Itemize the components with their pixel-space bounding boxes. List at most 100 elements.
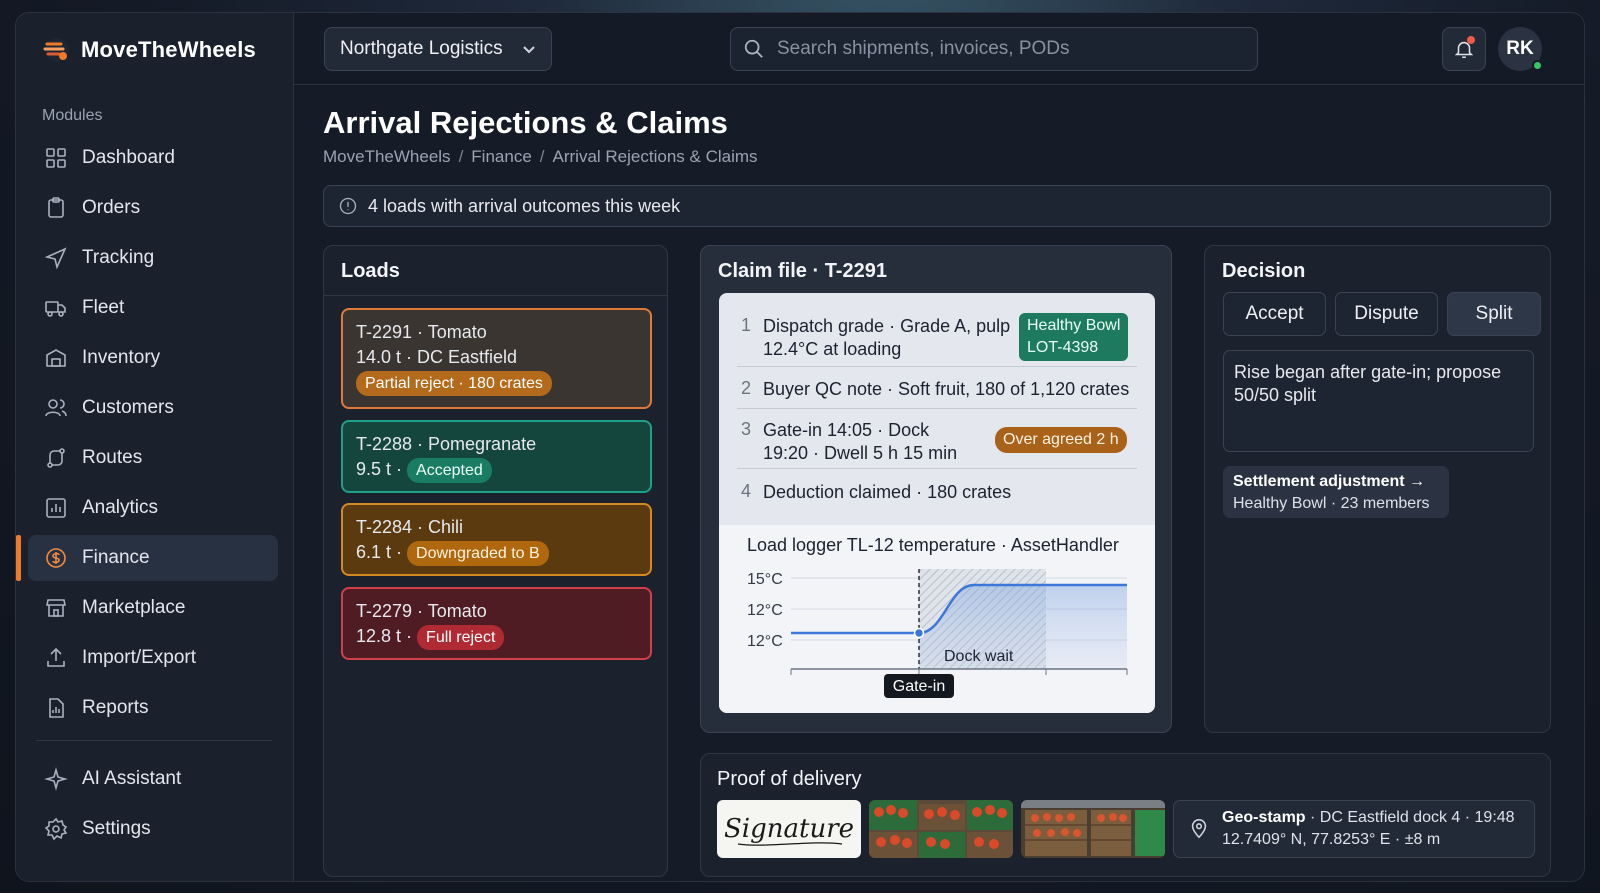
sidebar-item-label: Dashboard <box>82 147 175 168</box>
avatar-initials: RK <box>1506 38 1534 59</box>
truck-icon <box>45 301 66 317</box>
accept-button[interactable]: Accept <box>1223 292 1326 336</box>
delivery-photo-stack <box>1021 800 1165 858</box>
breadcrumb-item[interactable]: Finance <box>471 147 531 167</box>
delivery-photo-crates <box>869 800 1013 858</box>
over-agreed-badge: Over agreed 2 h <box>995 427 1127 453</box>
sidebar-item-tracking[interactable]: Tracking <box>28 235 278 281</box>
settlement-adjustment-title: Settlement adjustment → <box>1233 473 1426 490</box>
gate-in-point <box>913 627 925 639</box>
online-status-dot <box>1532 60 1543 71</box>
dashboard-icon <box>46 148 66 168</box>
sidebar-item-settings[interactable]: Settings <box>28 806 278 852</box>
sidebar-item-fleet[interactable]: Fleet <box>28 285 278 331</box>
delivery-photo-thumbnail[interactable] <box>869 800 1013 858</box>
sidebar-item-customers[interactable]: Customers <box>28 385 278 431</box>
load-card-detail: 14.0 t · DC Eastfield <box>356 347 518 367</box>
brand-logo-icon <box>43 38 69 62</box>
claim-row-dispatch: 1 Dispatch grade · Grade A, pulp 12.4°C … <box>719 293 1155 367</box>
loads-panel: Loads T-2291 · Tomato 14.0 t · DC Eastfi… <box>323 245 668 877</box>
sidebar-item-label: Customers <box>82 397 174 418</box>
sidebar-divider <box>36 740 272 741</box>
load-card-title: T-2279 · Tomato <box>356 601 487 621</box>
split-button[interactable]: Split <box>1447 292 1541 336</box>
lot-tag-id: LOT-4398 <box>1027 339 1099 356</box>
search-input[interactable] <box>777 38 1237 60</box>
lot-tag[interactable]: Healthy Bowl LOT-4398 <box>1019 313 1129 361</box>
decision-note-field[interactable] <box>1223 350 1534 452</box>
temperature-chart-svg: 15°C 12°C 12°C Dock wait Gate-in <box>747 569 1128 698</box>
topbar: Northgate Logistics RK <box>294 13 1584 85</box>
warehouse-icon <box>46 349 66 367</box>
claim-row-number: 4 <box>741 481 752 501</box>
sidebar-item-label: Inventory <box>82 347 161 368</box>
upload-icon <box>47 647 65 667</box>
brand-name: MoveTheWheels <box>81 37 256 62</box>
modules-section-label: Modules <box>42 107 103 124</box>
claim-row-number: 2 <box>741 378 752 398</box>
location-pin-icon <box>1191 819 1207 839</box>
sidebar-item-label: Routes <box>82 447 143 468</box>
info-banner-text: 4 loads with arrival outcomes this week <box>368 195 681 216</box>
lot-tag-buyer: Healthy Bowl <box>1027 317 1121 334</box>
sidebar-item-routes[interactable]: Routes <box>28 435 278 481</box>
org-switcher[interactable]: Northgate Logistics <box>324 27 552 71</box>
sidebar-item-import-export[interactable]: Import/Export <box>28 635 278 681</box>
bar-chart-icon <box>46 498 66 518</box>
settlement-adjustment-link[interactable]: Settlement adjustment → Healthy Bowl · 2… <box>1223 466 1449 518</box>
delivery-photo-thumbnail[interactable] <box>1021 800 1165 858</box>
send-icon <box>44 247 67 270</box>
geo-stamp-location: DC Eastfield dock 4 · 19:48 <box>1319 809 1515 826</box>
breadcrumb: MoveTheWheels / Finance / Arrival Reject… <box>323 147 758 167</box>
sidebar-item-label: Fleet <box>82 297 125 318</box>
store-icon <box>46 599 66 617</box>
load-card-detail: 6.1 t · <box>356 542 403 562</box>
panel-divider <box>324 295 667 296</box>
proof-of-delivery-panel: Proof of delivery Signature Geo-stamp · … <box>700 753 1551 877</box>
sidebar-item-label: Analytics <box>82 497 159 518</box>
claim-file-title: Claim file · T-2291 <box>718 260 887 282</box>
org-name: Northgate Logistics <box>340 38 503 59</box>
breadcrumb-item-current: Arrival Rejections & Claims <box>552 147 758 166</box>
load-card-t2291[interactable]: T-2291 · Tomato 14.0 t · DC Eastfield Pa… <box>341 308 652 409</box>
dispute-button[interactable]: Dispute <box>1335 292 1438 336</box>
sidebar-item-analytics[interactable]: Analytics <box>28 485 278 531</box>
claim-row-buyer-qc: 2 Buyer QC note · Soft fruit, 180 of 1,1… <box>719 367 1155 409</box>
breadcrumb-item[interactable]: MoveTheWheels <box>323 147 451 167</box>
signature-image: Signature <box>724 814 854 846</box>
app-window: MoveTheWheels Modules Dashboard Orders T… <box>15 12 1585 882</box>
proof-of-delivery-title: Proof of delivery <box>717 768 862 790</box>
chevron-down-icon <box>523 46 535 54</box>
load-card-title: T-2288 · Pomegranate <box>356 434 537 454</box>
breadcrumb-separator: / <box>458 147 464 166</box>
status-badge: Partial reject · 180 crates <box>356 371 552 396</box>
load-card-t2284[interactable]: T-2284 · Chili 6.1 t · Downgraded to B <box>341 503 652 576</box>
search-bar[interactable] <box>730 27 1258 71</box>
decision-panel-title: Decision <box>1222 260 1306 282</box>
sidebar-item-ai-assistant[interactable]: AI Assistant <box>28 756 278 802</box>
sidebar-item-dashboard[interactable]: Dashboard <box>28 135 278 181</box>
status-badge: Downgraded to B <box>407 541 549 566</box>
sidebar-item-finance[interactable]: Finance <box>16 535 278 581</box>
temperature-chart: Load logger TL-12 temperature · AssetHan… <box>719 525 1155 713</box>
sidebar-item-marketplace[interactable]: Marketplace <box>28 585 278 631</box>
claim-row-text: Buyer QC note · Soft fruit, 180 of 1,120… <box>763 379 1130 399</box>
load-card-t2279[interactable]: T-2279 · Tomato 12.8 t · Full reject <box>341 587 652 660</box>
sidebar-item-reports[interactable]: Reports <box>28 685 278 731</box>
avatar[interactable]: RK <box>1498 27 1543 71</box>
info-icon <box>339 197 357 215</box>
load-card-t2288[interactable]: T-2288 · Pomegranate 9.5 t · Accepted <box>341 420 652 493</box>
y-tick-label: 12°C <box>747 633 783 650</box>
notifications-button[interactable] <box>1442 27 1486 71</box>
signature-thumbnail[interactable]: Signature <box>717 800 861 858</box>
claim-row-deduction: 4 Deduction claimed · 180 crates <box>719 469 1155 511</box>
sidebar-item-orders[interactable]: Orders <box>28 185 278 231</box>
y-tick-label: 15°C <box>747 571 783 588</box>
load-card-detail: 12.8 t · <box>356 626 413 646</box>
geo-stamp[interactable]: Geo-stamp · DC Eastfield dock 4 · 19:48 … <box>1173 800 1535 858</box>
geo-stamp-coordinates: 12.7409° N, 77.8253° E · ±8 m <box>1222 831 1441 848</box>
brand[interactable]: MoveTheWheels <box>41 35 256 65</box>
sidebar-item-label: Tracking <box>82 247 155 268</box>
sidebar-item-inventory[interactable]: Inventory <box>28 335 278 381</box>
dollar-circle-icon <box>46 548 66 568</box>
